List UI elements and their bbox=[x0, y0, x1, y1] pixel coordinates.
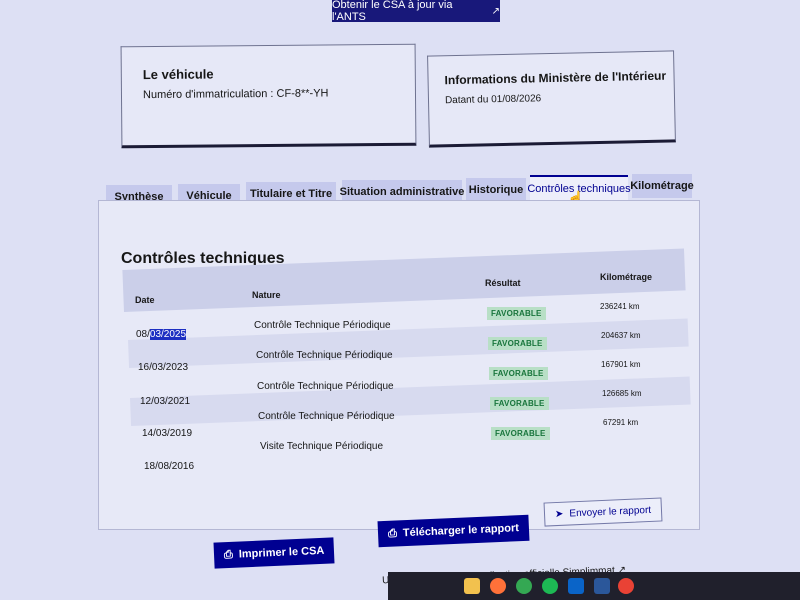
row-2-result-badge: FAVORABLE bbox=[488, 337, 547, 350]
send-report-button[interactable]: ➤ Envoyer le rapport bbox=[543, 497, 663, 527]
download-report-label: Télécharger le rapport bbox=[402, 522, 520, 540]
chrome-profile-icon[interactable] bbox=[618, 578, 634, 594]
row-2-date: 16/03/2023 bbox=[138, 362, 189, 373]
printer-icon: ⎙ bbox=[387, 526, 398, 540]
os-taskbar bbox=[388, 572, 800, 600]
print-csa-label: Imprimer le CSA bbox=[238, 544, 325, 561]
row-1-date-prefix: 08/ bbox=[136, 329, 150, 340]
external-link-icon: ↗ bbox=[491, 5, 500, 17]
tab-historique[interactable]: Historique bbox=[466, 178, 526, 202]
row-4-mileage: 126685 km bbox=[602, 389, 642, 398]
printer-icon: ⎙ bbox=[223, 548, 234, 561]
tab-titulaire-label: Titulaire et Titre bbox=[249, 188, 333, 200]
word-icon[interactable] bbox=[594, 578, 610, 594]
column-header-mileage: Kilométrage bbox=[600, 272, 653, 282]
row-1-date-selected: 03/2025 bbox=[149, 329, 187, 340]
ants-csa-link-button[interactable]: Obtenir le CSA à jour via l'ANTS ↗ bbox=[332, 0, 500, 23]
row-5-mileage: 67291 km bbox=[603, 418, 639, 427]
row-4-nature: Contrôle Technique Périodique bbox=[258, 411, 395, 422]
tab-kilometrage[interactable]: Kilométrage bbox=[630, 174, 694, 198]
tab-kilometrage-label: Kilométrage bbox=[630, 180, 694, 192]
vehicle-card-title: Le véhicule bbox=[142, 66, 214, 83]
row-1-result-badge: FAVORABLE bbox=[487, 307, 546, 320]
row-5-nature: Visite Technique Périodique bbox=[260, 441, 384, 452]
row-4-date: 14/03/2019 bbox=[142, 428, 193, 439]
column-header-result: Résultat bbox=[485, 278, 521, 288]
row-5-date: 18/08/2016 bbox=[144, 461, 195, 472]
row-1-date[interactable]: 08/03/2025 bbox=[136, 329, 187, 340]
firefox-icon[interactable] bbox=[490, 578, 506, 594]
row-2-nature: Contrôle Technique Périodique bbox=[256, 350, 393, 361]
file-explorer-icon[interactable] bbox=[464, 578, 480, 594]
spotify-icon[interactable] bbox=[542, 578, 558, 594]
tab-historique-label: Historique bbox=[468, 184, 524, 196]
print-csa-button[interactable]: ⎙ Imprimer le CSA bbox=[213, 537, 335, 569]
column-header-date: Date bbox=[135, 295, 155, 305]
chrome-icon[interactable] bbox=[516, 578, 532, 594]
row-2-mileage: 204637 km bbox=[601, 331, 641, 340]
row-3-mileage: 167901 km bbox=[601, 360, 641, 369]
row-1-mileage: 236241 km bbox=[600, 302, 640, 311]
send-icon: ➤ bbox=[554, 508, 564, 520]
ministry-card-title: Informations du Ministère de l'Intérieur bbox=[444, 68, 667, 88]
row-3-date: 12/03/2021 bbox=[140, 396, 191, 407]
row-5-result-badge: FAVORABLE bbox=[491, 427, 550, 440]
registration-number: Numéro d'immatriculation : CF-8**-YH bbox=[142, 87, 329, 102]
column-header-nature: Nature bbox=[252, 290, 281, 300]
download-report-button[interactable]: ⎙ Télécharger le rapport bbox=[377, 514, 530, 548]
ministry-info-card: Informations du Ministère de l'Intérieur… bbox=[427, 50, 676, 148]
row-4-result-badge: FAVORABLE bbox=[490, 397, 549, 410]
row-1-nature: Contrôle Technique Périodique bbox=[254, 320, 391, 331]
row-3-result-badge: FAVORABLE bbox=[489, 367, 548, 380]
tab-situation-label: Situation administrative bbox=[339, 186, 465, 198]
outlook-icon[interactable] bbox=[568, 578, 584, 594]
ministry-date: Datant du 01/08/2026 bbox=[444, 93, 542, 107]
send-report-label: Envoyer le rapport bbox=[569, 504, 652, 519]
row-3-nature: Contrôle Technique Périodique bbox=[257, 381, 394, 392]
ants-link-label: Obtenir le CSA à jour via l'ANTS bbox=[332, 0, 453, 23]
vehicle-info-card: Le véhicule Numéro d'immatriculation : C… bbox=[120, 43, 417, 149]
